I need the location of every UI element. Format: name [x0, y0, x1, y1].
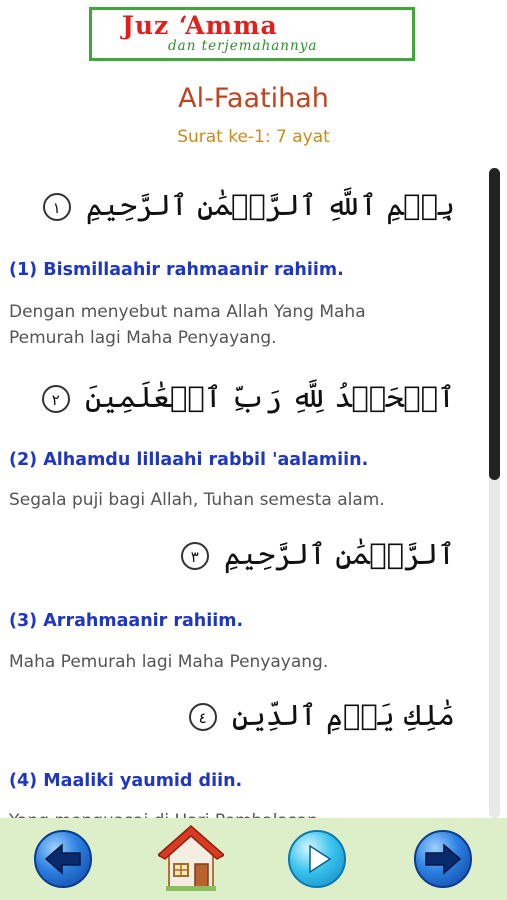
play-icon: [309, 844, 332, 874]
home-icon: [156, 825, 226, 891]
arabic-text: ٱلرَّحۡمَٰنِ ٱلرَّحِيمِ ٣: [180, 537, 455, 571]
scrollbar-thumb[interactable]: [489, 168, 500, 480]
arabic-text: مَٰلِكِ يَوۡمِ ٱلدِّينِ ٤: [188, 698, 455, 732]
ayah-number-marker: ١: [42, 193, 71, 221]
logo-title: Juz ‘Amma: [122, 11, 278, 40]
ayah-number-marker: ٢: [41, 385, 70, 413]
arrow-right-icon: [425, 843, 462, 875]
translation-text: Segala puji bagi Allah, Tuhan semesta al…: [9, 490, 385, 510]
bottom-navbar: [0, 818, 507, 900]
scrollbar[interactable]: [489, 168, 500, 818]
latin-transliteration: (4) Maaliki yaumid diin.: [9, 771, 243, 791]
play-button[interactable]: [288, 830, 346, 888]
surah-subtitle: Surat ke-1: 7 ayat: [177, 127, 330, 147]
previous-button[interactable]: [34, 830, 92, 888]
home-button[interactable]: [156, 824, 226, 894]
latin-transliteration: (3) Arrahmaanir rahiim.: [9, 611, 244, 631]
ayah-number-marker: ٤: [188, 703, 217, 731]
translation-text: Yang menguasai di Hari Pembalasan.: [9, 808, 429, 818]
next-button[interactable]: [414, 830, 472, 888]
translation-text: Dengan menyebut nama Allah Yang Maha Pem…: [9, 302, 366, 348]
surah-title: Al-Faatihah: [178, 83, 329, 114]
translation-text: Maha Pemurah lagi Maha Penyayang.: [9, 652, 329, 672]
arabic-text: ٱلۡحَمۡدُ لِلَّهِ رَبِّ ٱلۡعَٰلَمِينَ ٢: [41, 380, 455, 414]
app-logo: Juz ‘Amma dan terjemahannya: [89, 7, 415, 61]
arrow-left-icon: [44, 843, 81, 875]
latin-transliteration: (1) Bismillaahir rahmaanir rahiim.: [9, 260, 344, 280]
ayah-number-marker: ٣: [180, 542, 209, 570]
latin-transliteration: (2) Alhamdu lillaahi rabbil 'aalamiin.: [9, 450, 369, 470]
arabic-text: بِسۡمِ ٱللَّهِ ٱلرَّحۡمَٰنِ ٱلرَّحِيمِ ١: [42, 188, 455, 222]
ayah-list[interactable]: بِسۡمِ ٱللَّهِ ٱلرَّحۡمَٰنِ ٱلرَّحِيمِ ١…: [0, 160, 490, 818]
logo-subtitle: dan terjemahannya: [168, 38, 318, 54]
